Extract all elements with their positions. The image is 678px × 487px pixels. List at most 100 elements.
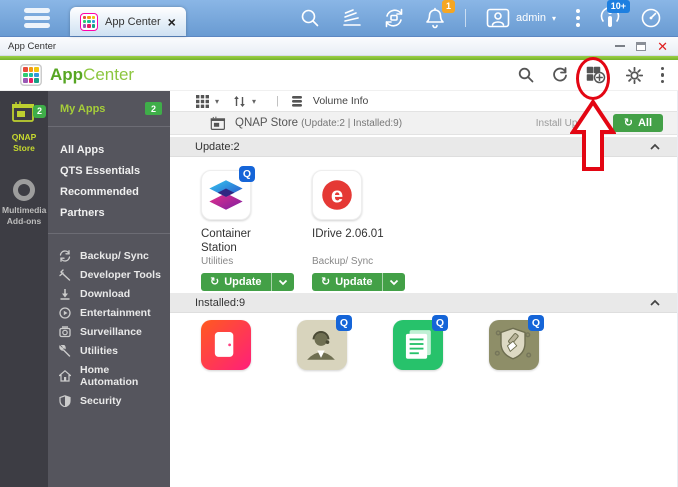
sidebar-item-surveillance[interactable]: Surveillance bbox=[48, 322, 170, 341]
svg-text:e: e bbox=[331, 182, 343, 207]
system-info[interactable]: 10+ bbox=[600, 0, 630, 29]
helpdesk-app-icon[interactable]: Q bbox=[297, 315, 352, 370]
sidebar-item-developer-tools[interactable]: Developer Tools bbox=[48, 265, 170, 284]
notes-app-icon[interactable]: Q bbox=[393, 315, 448, 370]
window-title: App Center bbox=[8, 40, 57, 52]
user-icon bbox=[486, 8, 510, 28]
volume-icon bbox=[291, 95, 302, 107]
sidebar-item-home-automation[interactable]: Home Automation bbox=[48, 360, 170, 391]
app-card-container-station[interactable]: Q Container Station Utilities ↻ Update bbox=[201, 166, 302, 292]
notification-badge: 1 bbox=[442, 0, 456, 13]
dashboard-icon[interactable] bbox=[640, 7, 662, 29]
app-card-idrive[interactable]: e IDrive 2.06.01 Backup/ Sync ↻ Update bbox=[312, 170, 413, 291]
toolbar-separator: | bbox=[276, 95, 279, 107]
main-panel: ▾ ▾ | Volume Info QNAP Store (Update:2 |… bbox=[170, 91, 678, 487]
view-caret-icon[interactable]: ▾ bbox=[215, 97, 219, 106]
user-name: admin bbox=[516, 12, 546, 24]
app-center-logo bbox=[20, 64, 42, 86]
section-update[interactable]: Update:2 bbox=[170, 137, 677, 157]
refresh-icon: ↻ bbox=[321, 275, 331, 288]
more-options-icon[interactable] bbox=[576, 9, 580, 27]
utilities-icon bbox=[59, 344, 71, 357]
toolbar-separator bbox=[465, 9, 467, 27]
developer-tools-icon bbox=[59, 268, 71, 281]
close-button[interactable]: ✕ bbox=[657, 40, 668, 53]
sidebar-divider bbox=[48, 126, 170, 127]
idrive-icon: e bbox=[312, 170, 362, 220]
section-installed[interactable]: Installed:9 bbox=[170, 293, 677, 313]
collapse-chevron-icon[interactable] bbox=[649, 299, 661, 307]
refresh-icon: ↻ bbox=[210, 275, 220, 288]
update-options-caret-icon[interactable] bbox=[270, 273, 294, 292]
tab-app-center[interactable]: App Center × bbox=[70, 7, 186, 36]
update-options-caret-icon[interactable] bbox=[381, 273, 405, 291]
update-button[interactable]: ↻ Update bbox=[201, 273, 294, 292]
home-automation-icon bbox=[59, 369, 71, 382]
qnap-q-badge: Q bbox=[239, 166, 255, 182]
volume-info-button[interactable]: Volume Info bbox=[313, 95, 368, 107]
search-icon[interactable] bbox=[299, 7, 321, 29]
notifications[interactable]: 1 bbox=[425, 0, 456, 29]
qnap-q-badge: Q bbox=[336, 315, 352, 331]
grid-view-icon[interactable] bbox=[196, 94, 209, 108]
background-tasks-icon[interactable] bbox=[341, 8, 363, 28]
my-apps-label: My Apps bbox=[60, 102, 106, 115]
refresh-icon: ↻ bbox=[623, 116, 633, 129]
install-updates-label: Install Updates: bbox=[535, 117, 605, 129]
app-title: AppCenter bbox=[50, 65, 135, 84]
surveillance-icon bbox=[59, 325, 71, 337]
sidebar-item-backup-sync[interactable]: Backup/ Sync bbox=[48, 246, 170, 265]
update-all-button[interactable]: ↻ All bbox=[612, 114, 663, 132]
user-menu[interactable]: admin ▾ bbox=[486, 8, 556, 28]
settings-gear-icon[interactable] bbox=[625, 66, 643, 84]
multimedia-addons-icon bbox=[13, 179, 35, 202]
sidebar-item-utilities[interactable]: Utilities bbox=[48, 341, 170, 360]
app-name: Container Station bbox=[201, 228, 251, 255]
pink-door-app-icon[interactable] bbox=[201, 320, 251, 370]
sort-caret-icon[interactable]: ▾ bbox=[252, 97, 256, 106]
rail-item-qnap-store[interactable]: 2 QNAP Store bbox=[0, 101, 48, 153]
rail-store-label: QNAP Store bbox=[11, 132, 37, 153]
security-shield-icon bbox=[59, 394, 71, 407]
entertainment-icon bbox=[59, 306, 71, 319]
sidebar-item-recommended[interactable]: Recommended bbox=[48, 181, 170, 202]
sync-status-icon[interactable] bbox=[383, 7, 405, 29]
app-center-tab-icon bbox=[80, 12, 98, 31]
sort-icon[interactable] bbox=[233, 95, 246, 108]
refresh-icon[interactable] bbox=[552, 67, 568, 83]
sidebar-item-all-apps[interactable]: All Apps bbox=[48, 139, 170, 160]
tab-close-icon[interactable]: × bbox=[168, 15, 176, 29]
malware-remover-app-icon[interactable]: Q bbox=[489, 315, 544, 370]
store-rail: 2 QNAP Store Multimedia Add-ons bbox=[0, 91, 48, 487]
app-name: IDrive 2.06.01 bbox=[312, 228, 384, 240]
app-category: Utilities bbox=[201, 256, 234, 268]
sidebar-item-security[interactable]: Security bbox=[48, 391, 170, 410]
store-counts: (Update:2 | Installed:9) bbox=[301, 117, 403, 129]
sidebar-item-download[interactable]: Download bbox=[48, 284, 170, 303]
installed-section-label: Installed:9 bbox=[195, 296, 246, 309]
minimize-button[interactable] bbox=[615, 44, 626, 48]
sidebar-item-entertainment[interactable]: Entertainment bbox=[48, 303, 170, 322]
sidebar-item-my-apps[interactable]: My Apps 2 bbox=[48, 91, 170, 126]
install-manually-icon[interactable] bbox=[586, 66, 608, 84]
store-icon bbox=[210, 116, 226, 130]
download-icon bbox=[60, 288, 70, 300]
collapse-chevron-icon[interactable] bbox=[649, 143, 661, 151]
main-menu-icon[interactable] bbox=[24, 8, 50, 28]
maximize-button[interactable] bbox=[636, 41, 647, 51]
rail-item-multimedia-addons[interactable]: Multimedia Add-ons bbox=[2, 163, 46, 226]
sidebar-item-partners[interactable]: Partners bbox=[48, 202, 170, 223]
update-button[interactable]: ↻ Update bbox=[312, 273, 405, 291]
qnap-q-badge: Q bbox=[528, 315, 544, 331]
tab-label: App Center bbox=[105, 15, 161, 28]
qnap-q-badge: Q bbox=[432, 315, 448, 331]
more-menu-icon[interactable] bbox=[660, 66, 664, 84]
sidebar: My Apps 2 All Apps QTS Essentials Recomm… bbox=[48, 91, 170, 487]
window-titlebar: App Center ✕ bbox=[0, 36, 678, 56]
my-apps-badge: 2 bbox=[144, 102, 162, 115]
update-section-label: Update:2 bbox=[195, 140, 240, 153]
store-title: QNAP Store bbox=[235, 117, 299, 129]
search-icon[interactable] bbox=[518, 67, 534, 83]
app-header: AppCenter bbox=[0, 60, 678, 91]
sidebar-item-qts-essentials[interactable]: QTS Essentials bbox=[48, 160, 170, 181]
